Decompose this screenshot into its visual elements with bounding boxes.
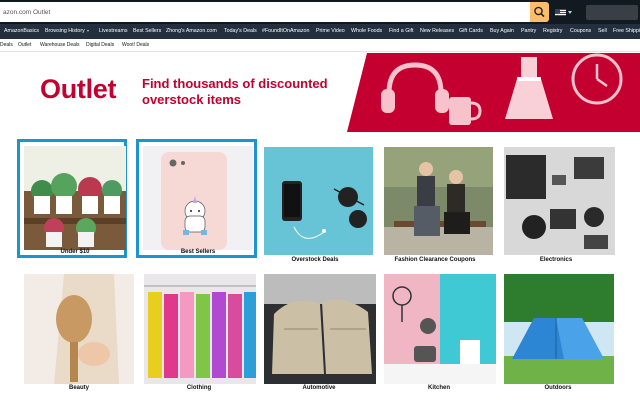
tile-label: Best Sellers [180,249,216,255]
tile-label: Kitchen [427,385,450,391]
top-header [0,0,640,24]
nav-item-sell[interactable]: Sell [598,24,607,39]
account-menu[interactable] [586,5,638,20]
outlet-illustration [347,53,640,132]
tile-image [384,274,496,384]
nav-item-label: Browsing History [45,28,85,34]
nav-item-whole-foods[interactable]: Whole Foods [351,24,382,39]
search-input[interactable] [0,2,530,22]
tile-image [384,147,493,255]
us-flag-icon[interactable] [555,9,566,16]
chevron-down-icon[interactable] [568,11,572,14]
subnav-item-woot-deals[interactable]: Woot! Deals [122,39,149,52]
nav-item-pantry[interactable]: Pantry [521,24,536,39]
tile-electronics[interactable]: Electronics [498,142,618,267]
tile-image [24,146,126,250]
tile-label: Outdoors [544,385,572,391]
nav-item-livestreams[interactable]: Livestreams [99,24,128,39]
tile-fashion-clearance-coupons[interactable]: Fashion Clearance Coupons [378,142,496,267]
nav-item-coupons[interactable]: Coupons [570,24,591,39]
tile-label: Overstock Deals [291,257,339,263]
hero-tagline: Find thousands of discounted overstock i… [142,76,328,107]
tile-image [264,147,373,255]
nav-item-todays-deals[interactable]: Today's Deals [224,24,257,39]
tile-overstock-deals[interactable]: Overstock Deals [258,142,376,267]
nav-item-buy-again[interactable]: Buy Again [490,24,514,39]
tile-automotive[interactable]: Automotive [258,270,380,398]
tile-label: Automotive [302,385,336,391]
nav-item-gift-cards[interactable]: Gift Cards [459,24,483,39]
tile-image [144,274,256,384]
tile-image [24,274,134,384]
nav-item-prime-video[interactable]: Prime Video [316,24,345,39]
hero-banner [347,53,640,132]
tile-label: Fashion Clearance Coupons [394,257,476,263]
search-icon [534,6,545,18]
tile-clothing[interactable]: Clothing [138,270,260,398]
subnav-item-digital-deals[interactable]: Digital Deals [86,39,114,52]
nav-item-free-shipping[interactable]: Free Shipping [613,24,640,39]
subnav-item-deals[interactable]: Deals [0,39,13,52]
nav-item-registry[interactable]: Registry [543,24,562,39]
tile-image [504,147,615,255]
search-button[interactable] [530,2,549,22]
tile-beauty[interactable]: Beauty [17,270,137,398]
nav-item-browsing-history[interactable]: Browsing History [45,24,89,39]
nav-bar: AmazonBasics Browsing History Livestream… [0,24,640,39]
nav-item-best-sellers[interactable]: Best Sellers [133,24,161,39]
tile-under-10[interactable]: Under $10 [17,139,127,258]
tile-label: Clothing [186,385,212,391]
nav-item-zhongs-amazon[interactable]: Zhong's Amazon.com [166,24,217,39]
tile-image [504,274,614,384]
tile-kitchen[interactable]: Kitchen [378,270,498,398]
chevron-down-icon [86,29,89,32]
subnav-item-outlet[interactable]: Outlet [18,39,31,52]
tile-image [264,274,376,384]
tile-image [143,146,253,250]
nav-item-amazonbasics[interactable]: AmazonBasics [4,24,39,39]
tile-outdoors[interactable]: Outdoors [498,270,618,398]
subnav-item-warehouse-deals[interactable]: Warehouse Deals [40,39,80,52]
nav-item-find-a-gift[interactable]: Find a Gift [389,24,413,39]
tile-label: Beauty [68,385,89,391]
tile-best-sellers[interactable]: Best Sellers [136,139,257,258]
sub-nav: Deals Outlet Warehouse Deals Digital Dea… [0,39,640,52]
page-title: Outlet [40,74,117,104]
nav-item-new-releases[interactable]: New Releases [420,24,454,39]
nav-item-founditonamazon[interactable]: #FoundItOnAmazon [262,24,309,39]
tile-label: Under $10 [60,249,90,255]
tile-label: Electronics [539,257,573,263]
